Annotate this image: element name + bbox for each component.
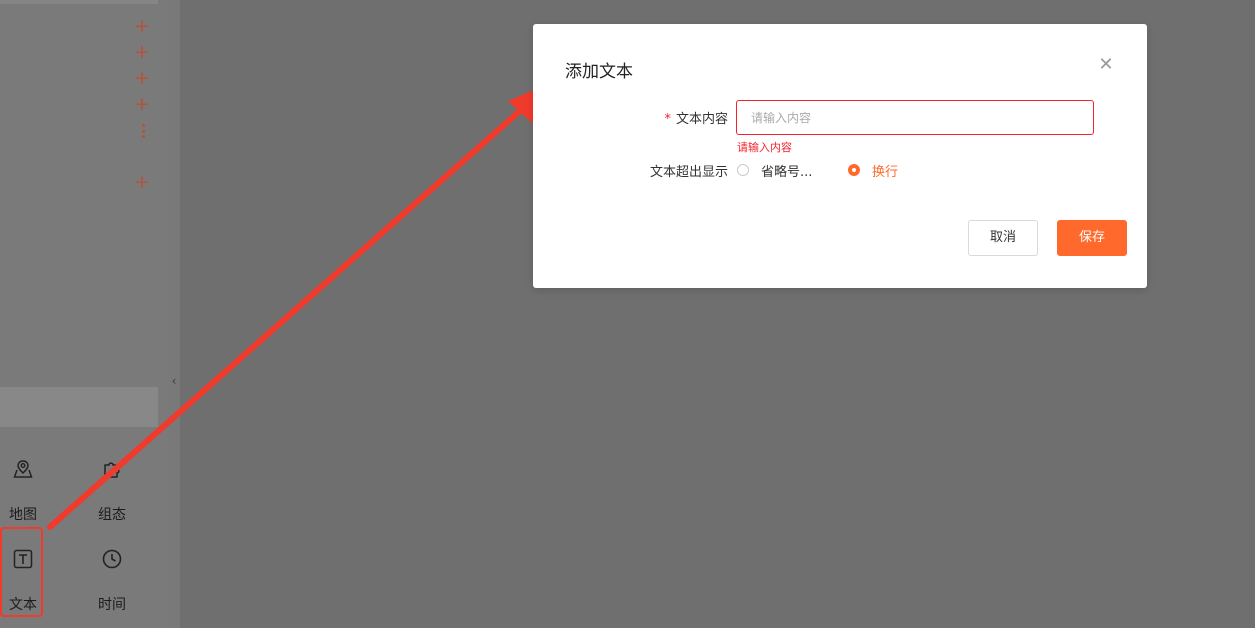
radio-label: 换行 <box>872 164 899 180</box>
text-content-input[interactable] <box>736 100 1094 135</box>
component-map[interactable]: 地图 <box>0 438 58 523</box>
overflow-display-label: 文本超出显示 <box>649 165 728 180</box>
add-icon[interactable]: + <box>133 69 151 88</box>
radio-label: 省略号... <box>761 164 813 180</box>
dialog-title: 添加文本 <box>565 62 633 82</box>
clock-icon <box>102 549 122 569</box>
panel-header-strip <box>0 0 158 4</box>
validation-error: 请输入内容 <box>737 141 792 154</box>
component-search-bar[interactable] <box>0 387 158 427</box>
more-vertical-icon[interactable] <box>136 122 150 140</box>
radio-wrap[interactable]: 换行 <box>848 161 899 180</box>
close-icon[interactable]: ✕ <box>1097 56 1115 74</box>
chevron-left-icon[interactable]: ‹ <box>169 368 179 394</box>
cancel-button[interactable]: 取消 <box>968 220 1038 256</box>
save-button[interactable]: 保存 <box>1057 220 1127 256</box>
map-icon <box>13 460 33 478</box>
radio-circle[interactable] <box>737 164 749 176</box>
component-time[interactable]: 时间 <box>77 528 147 613</box>
component-label: 地图 <box>9 507 37 523</box>
add-icon[interactable]: + <box>133 95 151 114</box>
required-asterisk: * <box>664 112 671 127</box>
text-content-label-text: 文本内容 <box>675 112 728 127</box>
panel-collapse-handle[interactable]: ‹ <box>168 0 180 628</box>
add-icon[interactable]: + <box>133 17 151 36</box>
add-text-dialog: 添加文本 ✕ * 文本内容 请输入内容 文本超出显示 省略号... 换行 取消 保… <box>533 24 1147 288</box>
component-label: 组态 <box>98 507 126 523</box>
component-configuration[interactable]: 组态 <box>77 438 147 523</box>
add-icon[interactable]: + <box>133 43 151 62</box>
annotation-highlight-box <box>0 527 43 617</box>
radio-ellipsis[interactable]: 省略号... <box>737 161 813 180</box>
radio-circle[interactable] <box>848 164 860 176</box>
component-label: 时间 <box>98 597 126 613</box>
component-panel: + + + + + 地图 组态 文本 时间 <box>0 0 168 628</box>
text-content-label: * 文本内容 <box>578 108 728 127</box>
add-icon[interactable]: + <box>133 173 151 192</box>
puzzle-icon <box>104 462 120 478</box>
